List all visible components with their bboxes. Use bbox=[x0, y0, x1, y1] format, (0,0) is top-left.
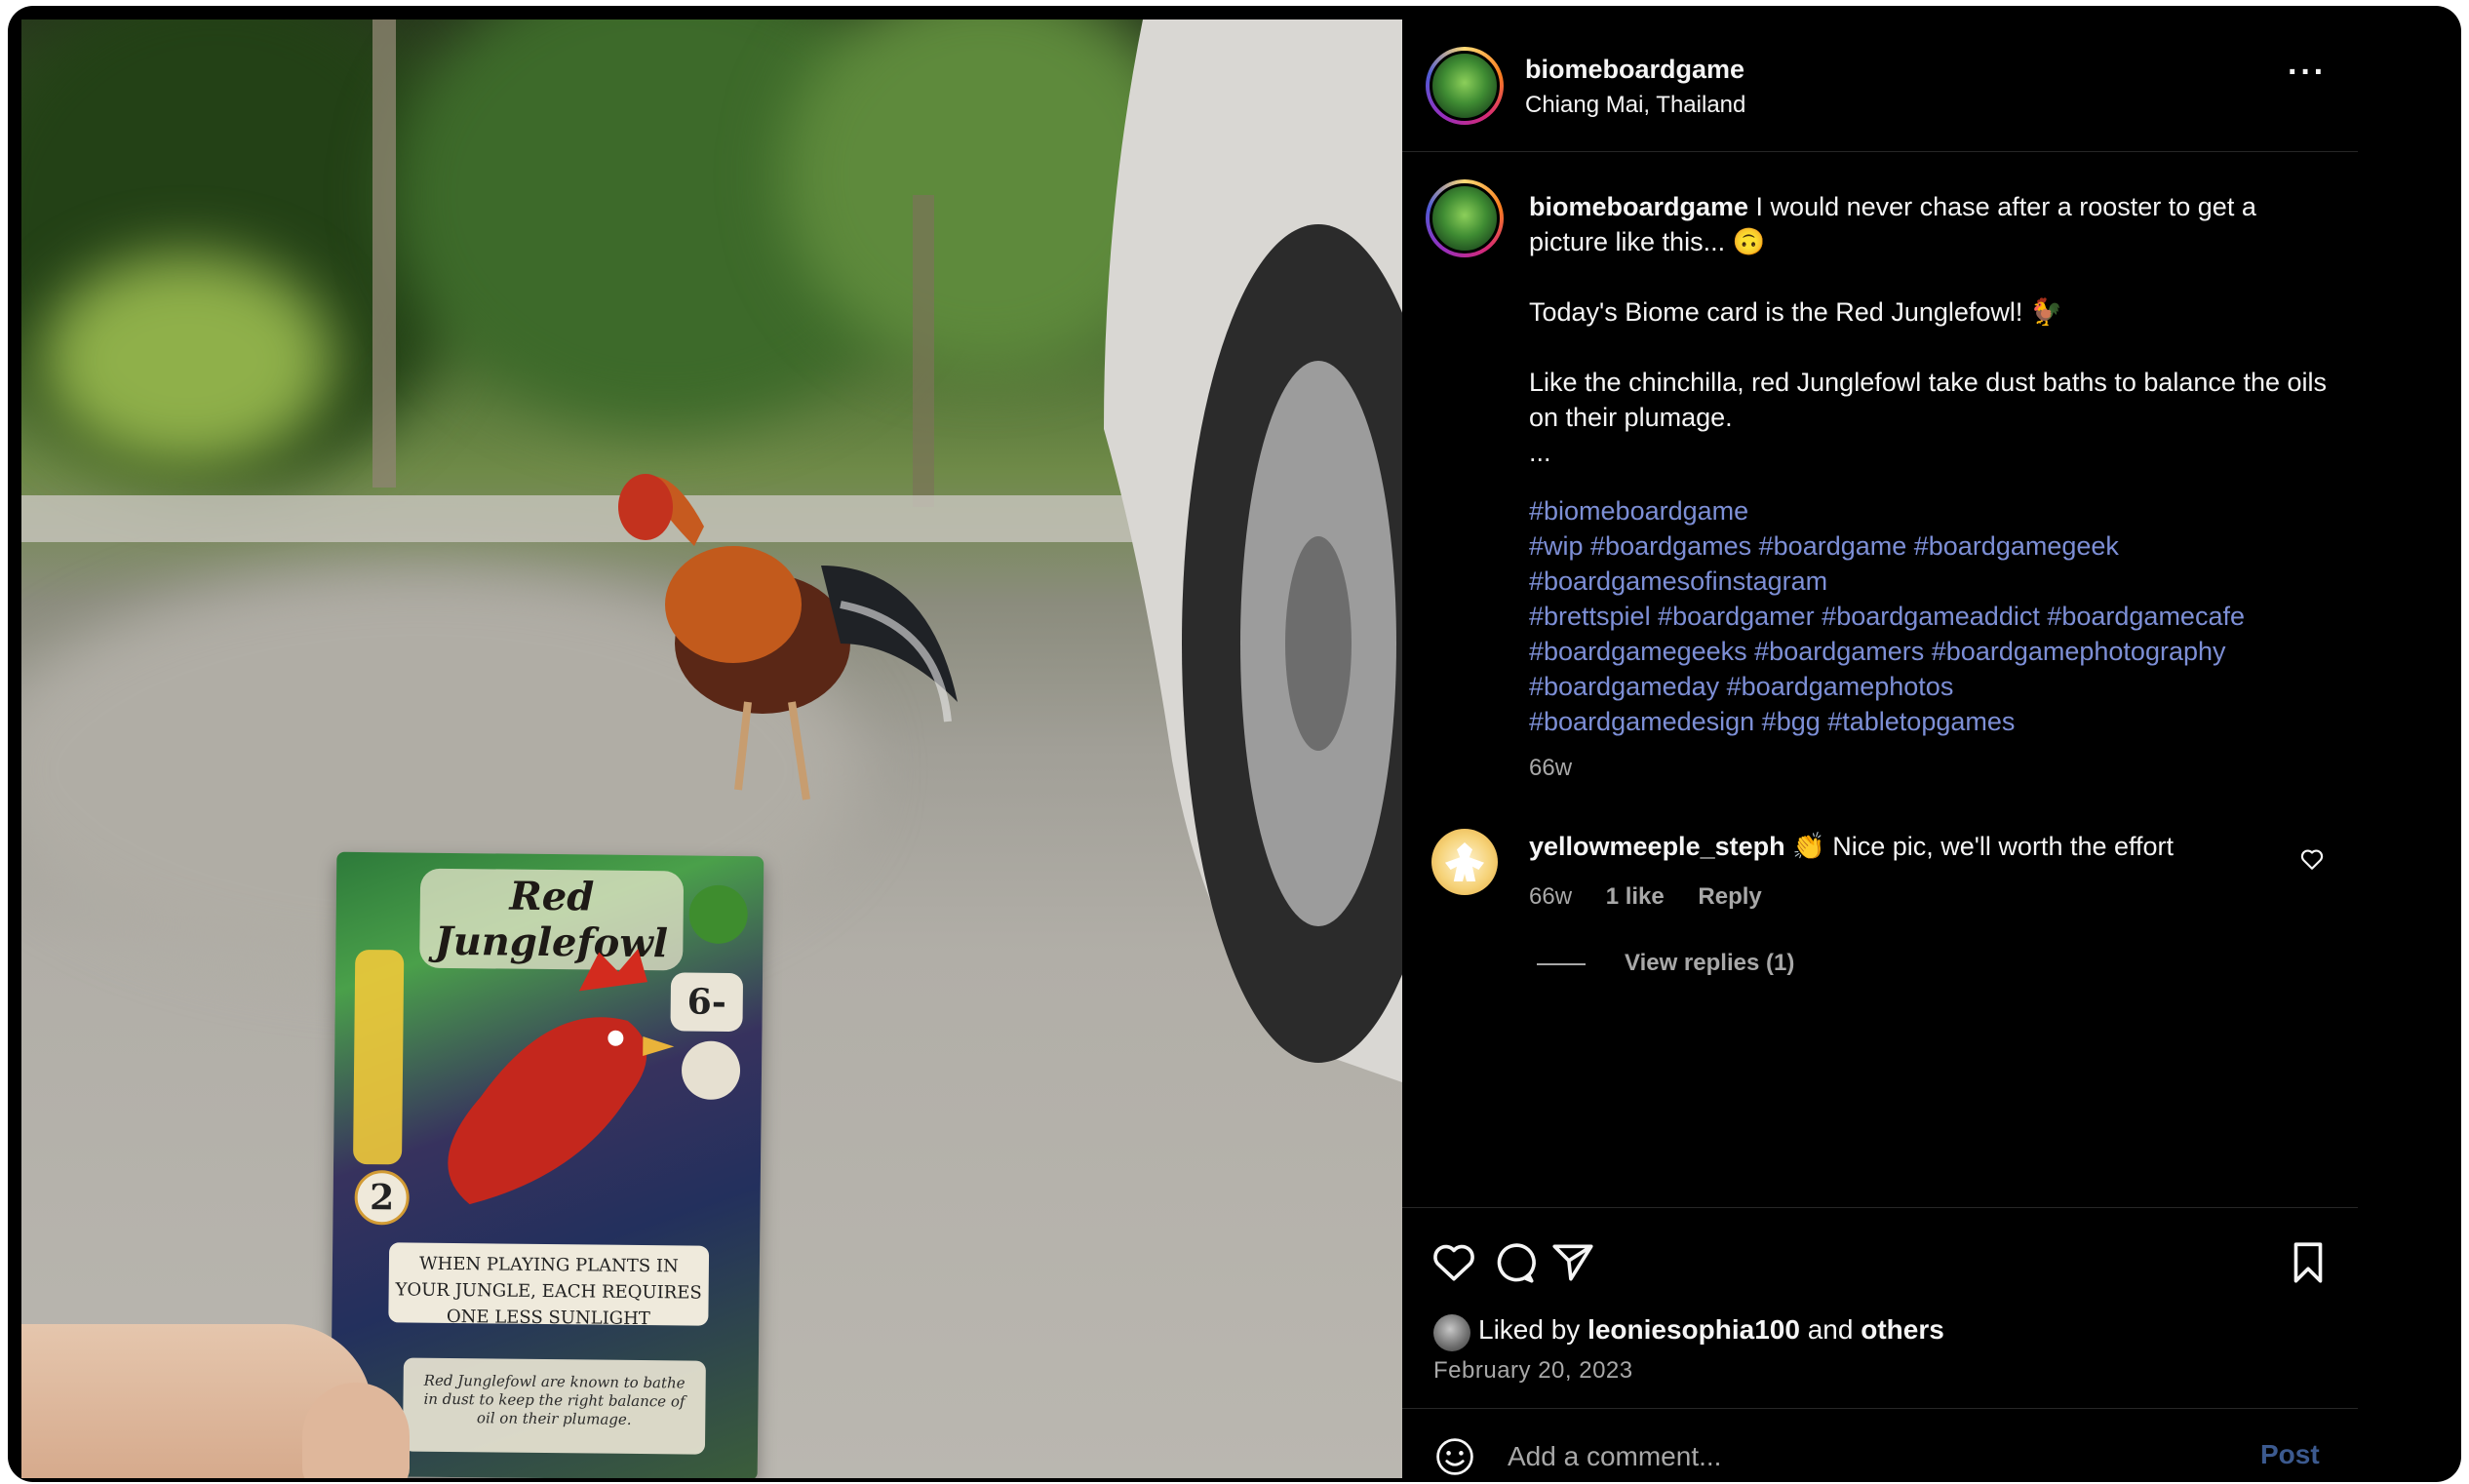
emoji-icon[interactable] bbox=[1433, 1435, 1476, 1478]
card-icon-circle bbox=[682, 1040, 741, 1100]
post-comment-button[interactable]: Post bbox=[2260, 1439, 2320, 1470]
hashtag-line[interactable]: #boardgameday #boardgamephotos bbox=[1529, 669, 2329, 704]
hashtag-line[interactable]: #biomeboardgame bbox=[1529, 493, 2329, 528]
post-date[interactable]: February 20, 2023 bbox=[1433, 1357, 1633, 1385]
liked-by-middle: and bbox=[1799, 1314, 1862, 1345]
liked-by-user[interactable]: leoniesophia100 bbox=[1587, 1314, 1800, 1345]
tree-trunk bbox=[372, 20, 396, 488]
caption-paragraph: Today's Biome card is the Red Junglefowl… bbox=[1529, 297, 2063, 327]
author-avatar[interactable] bbox=[1426, 47, 1504, 125]
comment-text: yellowmeeple_steph 👏 Nice pic, we'll wor… bbox=[1529, 831, 2174, 862]
liked-by: Liked by leoniesophia100 and others bbox=[1433, 1314, 1944, 1346]
hashtag-line[interactable]: #boardgamesofinstagram bbox=[1529, 564, 2329, 599]
post-header: biomeboardgame Chiang Mai, Thailand ··· bbox=[1402, 6, 2358, 152]
caption-timestamp[interactable]: 66w bbox=[1529, 755, 1572, 782]
post-modal: Red Junglefowl 6- 2 When playing plants … bbox=[8, 6, 2461, 1482]
meeple-icon bbox=[1445, 842, 1484, 881]
comment-body: 👏 Nice pic, we'll worth the effort bbox=[1784, 832, 2175, 861]
comment-bubble-icon[interactable] bbox=[1490, 1238, 1539, 1287]
author-username[interactable]: biomeboardgame bbox=[1525, 55, 1744, 85]
bookmark-icon[interactable] bbox=[2284, 1238, 2332, 1287]
more-options-icon[interactable]: ··· bbox=[2280, 56, 2334, 99]
commenter-username[interactable]: yellowmeeple_steph bbox=[1529, 832, 1785, 861]
add-comment-input[interactable] bbox=[1508, 1435, 2190, 1478]
hashtags: #biomeboardgame #wip #boardgames #boardg… bbox=[1529, 493, 2329, 739]
post-details-panel: biomeboardgame Chiang Mai, Thailand ··· … bbox=[1402, 6, 2358, 1482]
caption-avatar[interactable] bbox=[1426, 179, 1504, 257]
hashtag-line[interactable]: #brettspiel #boardgamer #boardgameaddict… bbox=[1529, 599, 2329, 634]
car-hub bbox=[1285, 536, 1352, 751]
commenter-avatar[interactable] bbox=[1431, 829, 1498, 895]
liked-by-others[interactable]: others bbox=[1861, 1314, 1944, 1345]
caption-text: biomeboardgame I would never chase after… bbox=[1529, 189, 2329, 739]
post-location[interactable]: Chiang Mai, Thailand bbox=[1525, 92, 1745, 119]
card-rule-text: When playing plants in your jungle, each… bbox=[388, 1242, 710, 1329]
biome-card: Red Junglefowl 6- 2 When playing plants … bbox=[330, 851, 764, 1478]
tree-trunk bbox=[913, 195, 934, 507]
comment-timestamp[interactable]: 66w bbox=[1529, 883, 1572, 910]
comment-heart-icon[interactable] bbox=[2299, 846, 2325, 872]
card-flavor-text: Red Junglefowl are known to bathe in dus… bbox=[402, 1357, 706, 1455]
caption-username[interactable]: biomeboardgame bbox=[1529, 192, 1748, 221]
like-heart-icon[interactable] bbox=[1430, 1238, 1478, 1287]
card-leaf-circle bbox=[688, 884, 748, 944]
liked-by-prefix: Liked by bbox=[1478, 1314, 1588, 1345]
hashtag-line[interactable]: #boardgamegeeks #boardgamers #boardgamep… bbox=[1529, 634, 2329, 669]
caption-paragraph: Like the chinchilla, red Junglefowl take… bbox=[1529, 368, 2328, 467]
comment-meta: 66w 1 like Reply bbox=[1529, 883, 1789, 911]
reply-button[interactable]: Reply bbox=[1698, 883, 1761, 910]
comment-likes[interactable]: 1 like bbox=[1606, 883, 1665, 910]
share-send-icon[interactable] bbox=[1548, 1238, 1597, 1287]
curb bbox=[21, 495, 1133, 542]
view-replies-button[interactable]: View replies (1) bbox=[1537, 950, 1794, 977]
card-sun-bar bbox=[353, 950, 405, 1165]
hashtag-line[interactable]: #boardgamedesign #bgg #tabletopgames bbox=[1529, 704, 2329, 739]
post-photo[interactable]: Red Junglefowl 6- 2 When playing plants … bbox=[21, 20, 1402, 1478]
actions-divider bbox=[1402, 1207, 2358, 1209]
hashtag-line[interactable]: #wip #boardgames #boardgame #boardgamege… bbox=[1529, 528, 2329, 564]
